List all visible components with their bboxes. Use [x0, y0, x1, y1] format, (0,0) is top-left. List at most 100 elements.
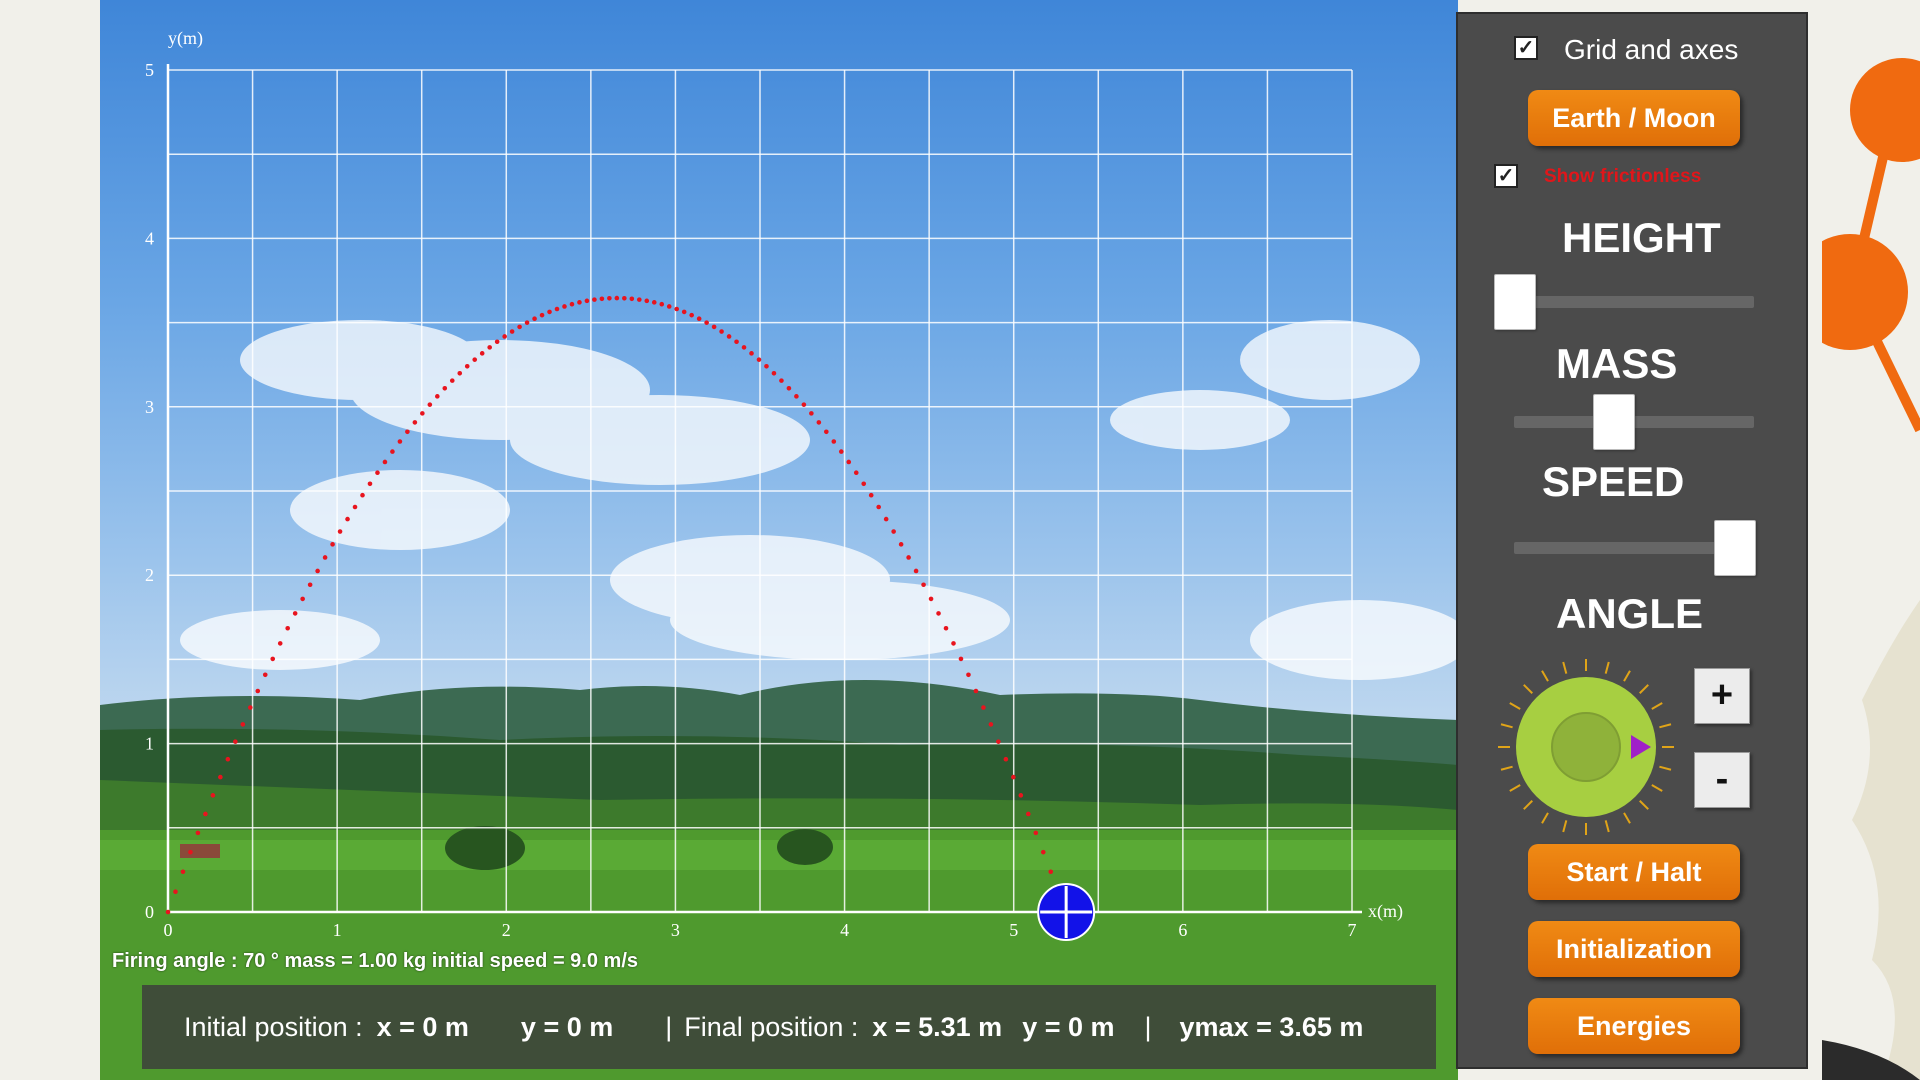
- trajectory-point: [360, 492, 365, 498]
- dial-tick: [1639, 684, 1649, 694]
- final-y-value: y = 0 m: [1022, 1011, 1115, 1042]
- trajectory-point: [584, 298, 590, 304]
- grid-axes-label: Grid and axes: [1564, 34, 1739, 65]
- trajectory-point: [816, 420, 822, 425]
- trajectory-point: [719, 329, 724, 334]
- trajectory-point: [195, 830, 201, 836]
- trajectory-point: [188, 849, 193, 855]
- trajectory-point: [614, 295, 620, 301]
- trajectory-point: [756, 357, 762, 362]
- x-tick-label: 7: [1348, 920, 1357, 940]
- trajectory-point: [861, 481, 867, 487]
- trajectory-point: [771, 371, 777, 376]
- frictionless-label: Show frictionless: [1544, 166, 1702, 187]
- trajectory-point: [487, 345, 492, 350]
- trajectory-point: [794, 394, 799, 399]
- x-tick-label: 6: [1178, 920, 1187, 940]
- trajectory-point: [449, 378, 455, 383]
- frictionless-checkbox[interactable]: ✓: [1494, 164, 1518, 188]
- initialization-button[interactable]: Initialization: [1528, 921, 1740, 977]
- dial-tick: [1623, 670, 1631, 682]
- trajectory-point: [943, 625, 949, 631]
- final-x-value: x = 5.31 m: [872, 1011, 1003, 1042]
- trajectory-point: [696, 316, 702, 322]
- dial-tick: [1651, 784, 1663, 792]
- x-tick-label: 4: [840, 920, 849, 940]
- trajectory-point: [255, 688, 261, 694]
- trajectory-point: [659, 301, 665, 307]
- speed-slider-thumb[interactable]: [1714, 520, 1756, 576]
- trajectory-point: [898, 542, 904, 547]
- dial-tick: [1651, 702, 1663, 710]
- trajectory-point: [801, 402, 807, 407]
- trajectory-point: [734, 339, 739, 345]
- trajectory-point: [644, 298, 650, 304]
- trajectory-point: [704, 320, 709, 325]
- trajectory-point: [868, 492, 874, 498]
- x-tick-label: 5: [1009, 920, 1018, 940]
- projectile-ball: [1037, 883, 1096, 941]
- grid-axes-checkbox[interactable]: ✓: [1514, 36, 1538, 60]
- trajectory-point: [203, 811, 208, 817]
- trajectory-point: [330, 542, 335, 547]
- trajectory-point: [674, 306, 680, 312]
- angle-dial-center: [1551, 712, 1621, 782]
- trajectory-point: [973, 688, 979, 694]
- dial-tick: [1604, 820, 1610, 833]
- angle-minus-button[interactable]: -: [1694, 752, 1750, 808]
- trajectory-point: [210, 793, 216, 798]
- trajectory-point: [824, 429, 829, 435]
- y-tick-label: 0: [145, 902, 154, 922]
- trajectory-point: [562, 304, 567, 309]
- chart-grid: [166, 64, 1362, 914]
- angle-title: ANGLE: [1556, 590, 1703, 637]
- trajectory-point: [1040, 849, 1046, 855]
- trajectory-point: [1003, 756, 1009, 762]
- speed-title: SPEED: [1542, 458, 1685, 505]
- start-halt-button[interactable]: Start / Halt: [1528, 844, 1740, 900]
- trajectory-point: [165, 909, 171, 915]
- results-panel: Initial position : x = 0 m y = 0 m | Fin…: [142, 985, 1436, 1069]
- trajectory-point: [681, 309, 687, 315]
- trajectory-point: [270, 656, 276, 662]
- final-position-label: Final position :: [684, 1011, 859, 1042]
- control-panel: ✓ Grid and axes Earth / Moon ✓ Show fric…: [1456, 12, 1808, 1069]
- dial-tick: [1562, 820, 1568, 833]
- trajectory-point: [726, 334, 732, 339]
- trajectory-point: [607, 295, 612, 301]
- x-tick-label: 0: [164, 920, 173, 940]
- dial-tick: [1541, 812, 1549, 824]
- trajectory-point: [913, 568, 919, 574]
- y-tick-label: 2: [145, 565, 154, 585]
- trajectory-point: [749, 351, 754, 356]
- trajectory-point: [936, 611, 941, 616]
- initial-x-value: x = 0 m: [376, 1011, 469, 1042]
- trajectory-point: [554, 306, 560, 312]
- trajectory-point: [846, 459, 852, 465]
- trajectory-point: [352, 504, 358, 510]
- trajectory-point: [315, 568, 320, 574]
- trajectory-point: [988, 722, 994, 727]
- x-tick-label: 1: [333, 920, 342, 940]
- trajectory-point: [629, 296, 635, 302]
- height-slider-thumb[interactable]: [1494, 274, 1536, 330]
- trajectory-point: [457, 371, 463, 376]
- trajectory-point: [921, 582, 926, 588]
- trajectory-point: [412, 420, 418, 425]
- height-slider-track[interactable]: [1514, 296, 1754, 308]
- dial-tick: [1639, 800, 1649, 810]
- dial-tick: [1509, 702, 1521, 710]
- angle-dial[interactable]: [1493, 654, 1679, 840]
- decorative-molecule-art: [1822, 0, 1920, 1080]
- energies-button[interactable]: Energies: [1528, 998, 1740, 1054]
- trajectory-point: [517, 324, 522, 330]
- earth-moon-button[interactable]: Earth / Moon: [1528, 90, 1740, 146]
- trajectory-point: [390, 449, 395, 454]
- mass-title: MASS: [1556, 340, 1678, 387]
- y-tick-label: 1: [145, 734, 154, 754]
- angle-plus-button[interactable]: +: [1694, 668, 1750, 724]
- dial-tick: [1500, 765, 1513, 771]
- mass-slider-thumb[interactable]: [1593, 394, 1635, 450]
- trajectory-point: [397, 439, 403, 444]
- trajectory-point: [592, 297, 597, 302]
